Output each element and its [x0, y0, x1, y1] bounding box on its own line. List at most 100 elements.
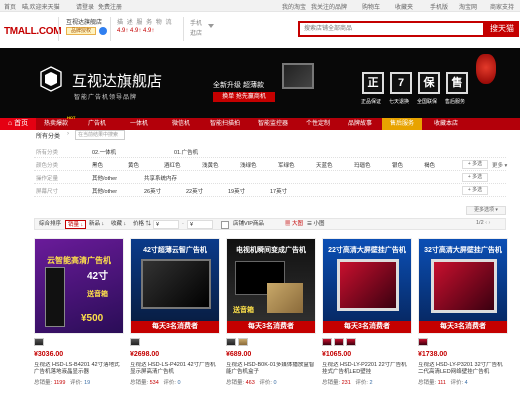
sort-sales[interactable]: 销量 ↓: [65, 220, 87, 229]
filter-value[interactable]: 天蓝色: [316, 161, 333, 169]
filter-value[interactable]: 黑色: [92, 161, 103, 169]
nav-custom[interactable]: 个性定制: [298, 118, 338, 130]
filter-search-input[interactable]: 在当前结果中搜索: [75, 130, 125, 140]
price-to-input[interactable]: ¥: [187, 220, 213, 229]
filter-value[interactable]: 其他/other: [92, 187, 117, 195]
product-title[interactable]: 互视达 HSD-LY-P3201 32寸广告机二代高清LED网络壁挂广告机: [418, 362, 508, 376]
sort-favorites[interactable]: 收藏 ↓: [109, 220, 128, 229]
filter-value[interactable]: 玛瑙色: [354, 161, 371, 169]
product-card[interactable]: 42寸超薄云智广告机 每天3名消费者 ¥2698.00 互视达 HSD-LS-P…: [130, 238, 220, 398]
product-image[interactable]: 32寸高清大屏壁挂广告机 每天3名消费者: [418, 238, 508, 334]
nav-wechat[interactable]: 微信机: [162, 118, 200, 130]
nav-monitor[interactable]: 智能监控器: [250, 118, 296, 130]
nav-all-in-one[interactable]: 一体机: [120, 118, 158, 130]
nav-favorite-shop[interactable]: 收藏本店: [426, 118, 466, 130]
chevron-down-icon[interactable]: [208, 24, 214, 28]
product-card[interactable]: 电视机瞬间变成广告机 送音箱 每天3名消费者 ¥689.00 互视达 HSD-B…: [226, 238, 316, 398]
product-thumbnail[interactable]: [418, 338, 428, 346]
filter-value[interactable]: 19英寸: [228, 187, 245, 195]
topbar-merchant[interactable]: 商家支持: [490, 2, 514, 11]
product-price: ¥689.00: [226, 351, 252, 358]
badge-aftersale-label: 售后服务: [445, 99, 466, 105]
sort-default[interactable]: 综合排序: [37, 220, 63, 229]
sort-bar: 综合排序 销量 ↓ 新品 ↓ 收藏 ↓ 价格 ⇅ ¥ - ¥ 店铺VIP商品 ▦…: [34, 218, 506, 230]
view-small-button[interactable]: ☰ 小图: [305, 220, 326, 229]
nav-brand-story[interactable]: 品牌故事: [340, 118, 380, 130]
rating-labels: 描 述 服 务 物 流: [117, 20, 173, 26]
nav-home[interactable]: ⌂ 首页: [0, 118, 36, 130]
price-from-input[interactable]: ¥: [153, 220, 179, 229]
product-card[interactable]: 云智能高清广告机 42寸 送音箱 ¥500 ¥3036.00 互视达 HSD-L…: [34, 238, 124, 398]
sort-price[interactable]: 价格 ⇅: [131, 220, 153, 229]
product-title[interactable]: 互视达 HSD-LY-P2201 22寸广告机挂式广告机LED壁挂: [322, 362, 412, 376]
filter-value[interactable]: 17英寸: [270, 187, 287, 195]
nav-after-sales[interactable]: 售后服务: [382, 118, 422, 130]
product-title[interactable]: 互视达 HSD-LS-B4201 42寸落地式广告机落地液晶显示器: [34, 362, 124, 376]
filter-value[interactable]: 军绿色: [278, 161, 295, 169]
filter-value[interactable]: 22英寸: [186, 187, 203, 195]
filter-value[interactable]: 浅绿色: [240, 161, 257, 169]
badge-return-label: 七天退换: [389, 99, 410, 105]
mobile-shop-label-2[interactable]: 逛店: [190, 28, 202, 37]
product-stats: 总销量: 534 评价: 0: [130, 380, 181, 386]
search-input[interactable]: [300, 23, 483, 35]
filter-value[interactable]: 02.一体机: [92, 148, 116, 156]
banner-promo-line1: 全新升级 超薄款: [213, 82, 264, 89]
filter-row-category: 所有分类 02.一体机 01.广告机: [34, 145, 506, 158]
filter-value[interactable]: 黄色: [128, 161, 139, 169]
filter-value[interactable]: 01.广告机: [174, 148, 198, 156]
nav-ad-machine[interactable]: 广告机: [78, 118, 116, 130]
product-stats: 总销量: 1199 评价: 19: [34, 380, 91, 386]
topbar-home-link[interactable]: 首页: [4, 2, 16, 11]
product-thumbnail[interactable]: [226, 338, 236, 346]
shop-name[interactable]: 互视达旗舰店: [66, 17, 102, 26]
topbar-welcome: 喵,欢迎来天猫: [22, 5, 60, 11]
expand-more-icon[interactable]: 更多 ▾: [492, 161, 507, 169]
filter-value[interactable]: 银色: [392, 161, 403, 169]
topbar-login-link[interactable]: 请登录: [76, 2, 94, 11]
filter-value[interactable]: 其他/other: [92, 174, 117, 182]
shop-info-icon[interactable]: [99, 27, 107, 35]
product-thumbnail[interactable]: [130, 338, 140, 346]
topbar-cart[interactable]: 购物车: [362, 2, 380, 11]
product-image-bottom: ¥500: [81, 313, 104, 324]
banner-promo-button[interactable]: 换单 抢先赢商机: [213, 92, 275, 102]
filter-label: 所有分类: [36, 150, 59, 156]
product-image-title: 电视机瞬间变成广告机: [236, 247, 306, 254]
mobile-shop-label-1[interactable]: 手机: [190, 18, 202, 27]
topbar-brands[interactable]: 我关注的品牌: [311, 2, 347, 11]
more-options-button[interactable]: 更多选项 ▾: [466, 206, 506, 215]
view-large-button[interactable]: ▦ 大图: [283, 220, 305, 229]
nav-scanner[interactable]: 智能扫描拍: [202, 118, 248, 130]
topbar-mobile[interactable]: 手机版: [430, 2, 448, 11]
topbar-favorites[interactable]: 收藏夹: [395, 2, 413, 11]
product-image[interactable]: 42寸超薄云智广告机 每天3名消费者: [130, 238, 220, 334]
sort-new[interactable]: 新品 ↓: [87, 220, 106, 229]
vip-checkbox[interactable]: [221, 221, 229, 229]
filter-value[interactable]: 浅黄色: [202, 161, 219, 169]
product-card[interactable]: 22寸高清大屏壁挂广告机 每天3名消费者 ¥1065.00 互视达 HSD-LY…: [322, 238, 412, 398]
product-image[interactable]: 电视机瞬间变成广告机 送音箱 每天3名消费者: [226, 238, 316, 334]
topbar-my-taobao[interactable]: 我的淘宝: [282, 2, 306, 11]
filter-value[interactable]: 褐色: [424, 161, 435, 169]
product-title[interactable]: 互视达 HSD-B0K-01多媒体播放盒智能广告机盒子: [226, 362, 316, 376]
product-image[interactable]: 22寸高清大屏壁挂广告机 每天3名消费者: [322, 238, 412, 334]
product-card[interactable]: 32寸高清大屏壁挂广告机 每天3名消费者 ¥1738.00 互视达 HSD-LY…: [418, 238, 508, 398]
topbar-taobao[interactable]: 淘宝网: [459, 2, 477, 11]
product-thumbnail[interactable]: [238, 338, 248, 346]
multi-select-button[interactable]: + 多选: [462, 173, 488, 182]
multi-select-button[interactable]: + 多选: [462, 186, 488, 195]
product-thumbnail[interactable]: [322, 338, 332, 346]
search-button[interactable]: 搜天猫: [485, 21, 519, 37]
product-thumbnail[interactable]: [346, 338, 356, 346]
multi-select-button[interactable]: + 多选: [462, 160, 488, 169]
product-thumbnail[interactable]: [334, 338, 344, 346]
product-thumbnail[interactable]: [34, 338, 44, 346]
filter-value[interactable]: 26英寸: [144, 187, 161, 195]
product-title[interactable]: 互视达 HSD-LS-P4201 42寸广告机显示屏高清广告机: [130, 362, 220, 376]
filter-value[interactable]: 共享系统内存: [144, 174, 177, 182]
topbar-register-link[interactable]: 免费注册: [98, 2, 122, 11]
filter-value[interactable]: 酒红色: [164, 161, 181, 169]
product-image[interactable]: 云智能高清广告机 42寸 送音箱 ¥500: [34, 238, 124, 334]
tmall-logo[interactable]: TMALL.COM: [4, 26, 62, 37]
